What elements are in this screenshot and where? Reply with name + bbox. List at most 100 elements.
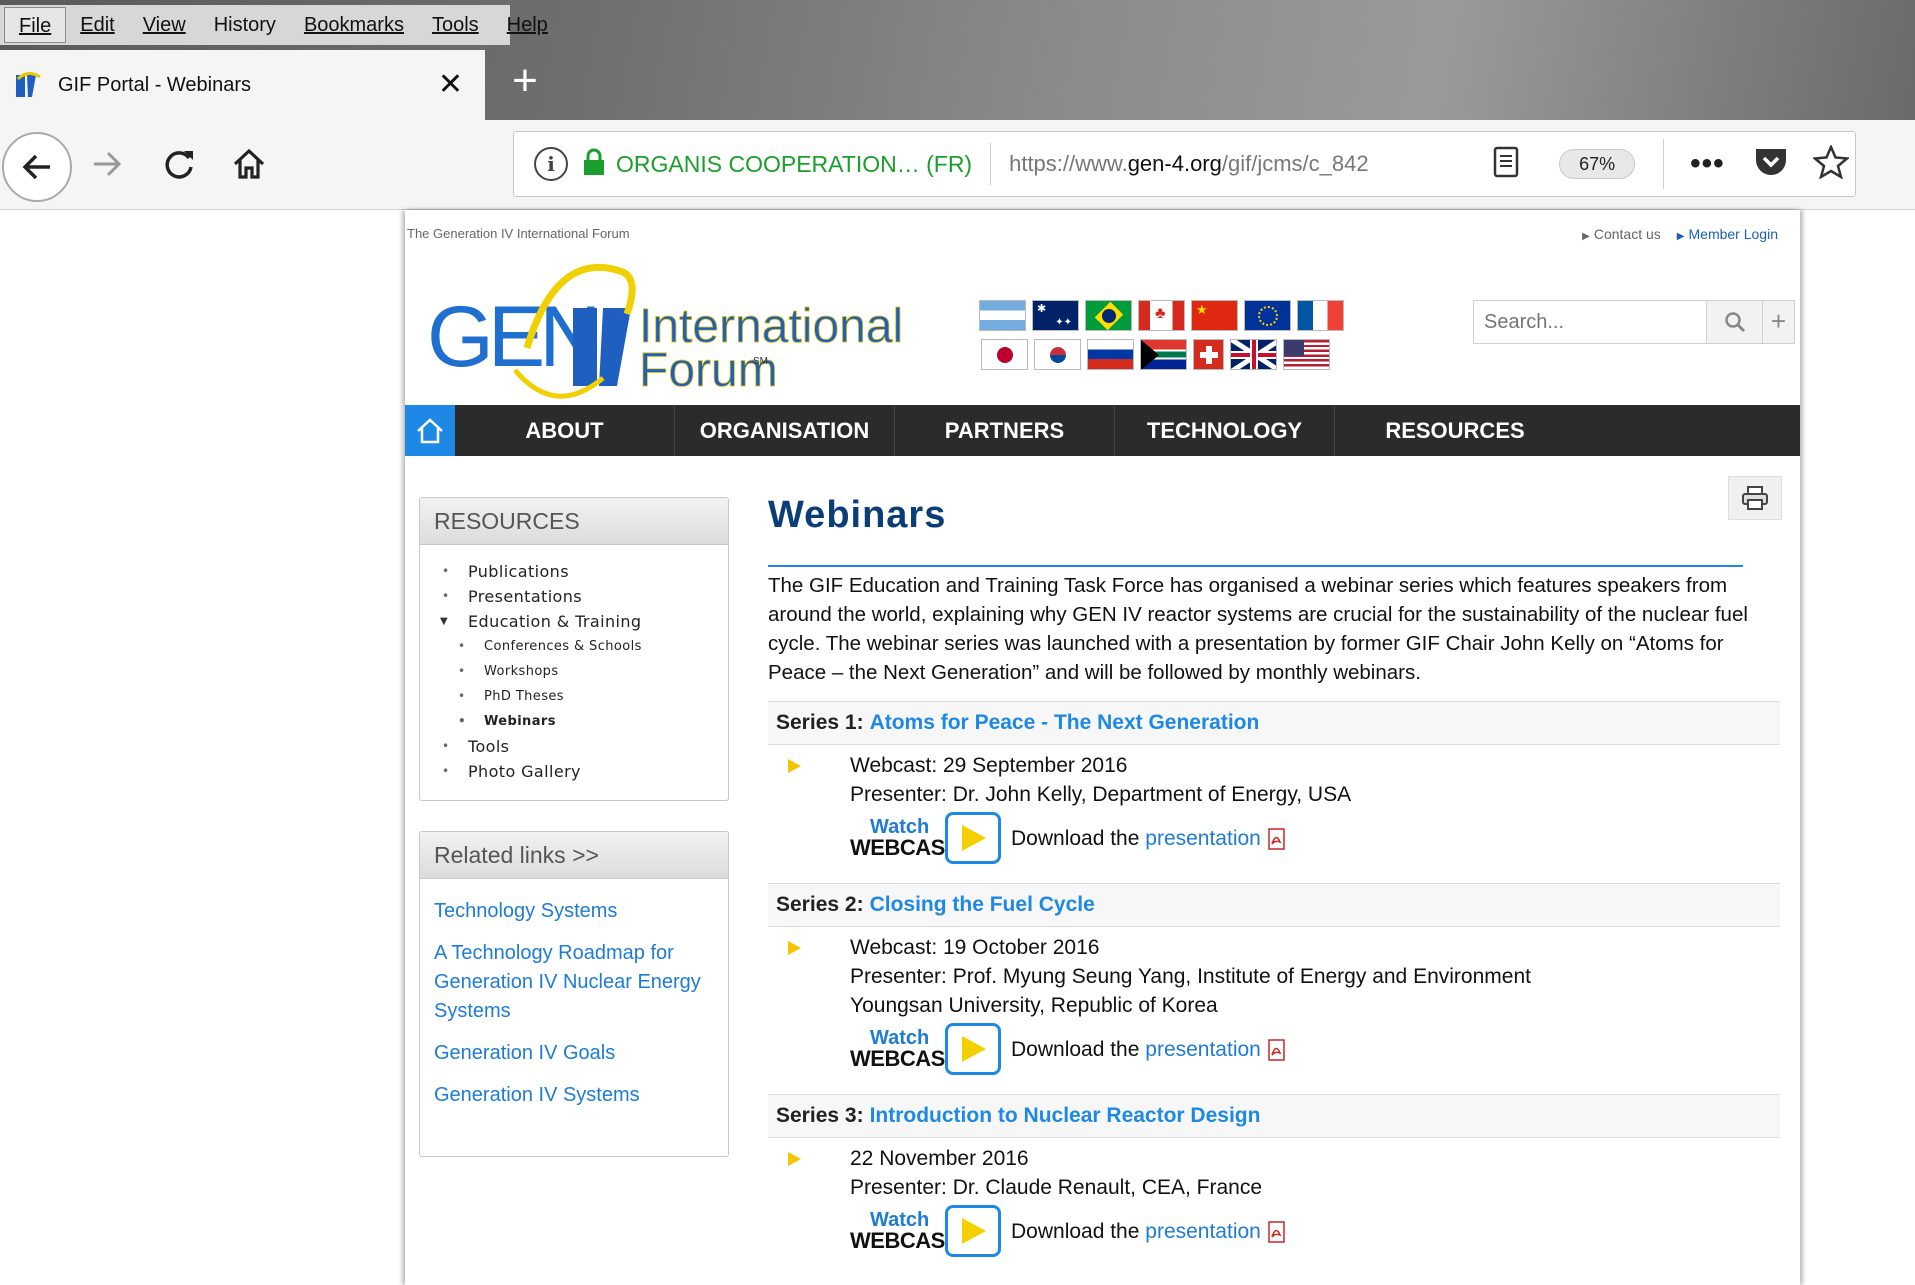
flag-euratom-icon[interactable] xyxy=(1244,300,1291,331)
nav-organisation[interactable]: ORGANISATION xyxy=(675,405,895,456)
resources-heading: RESOURCES xyxy=(420,498,728,545)
home-icon xyxy=(417,417,443,443)
flag-korea-icon[interactable] xyxy=(1034,339,1081,370)
nav-technology[interactable]: TECHNOLOGY xyxy=(1115,405,1335,456)
title-divider xyxy=(768,565,1743,567)
close-tab-icon[interactable]: ✕ xyxy=(438,70,463,100)
related-links-heading[interactable]: Related links >> xyxy=(420,832,728,879)
nav-resources[interactable]: RESOURCES xyxy=(1335,405,1575,456)
gen-iv-logo[interactable]: GEN International Forum SM xyxy=(427,258,967,408)
presentation-link[interactable]: presentation xyxy=(1145,1038,1261,1061)
series-3-presenter: Presenter: Dr. Claude Renault, CEA, Fran… xyxy=(850,1176,1263,1199)
watch-webcast-button[interactable]: Watch WEBCAST xyxy=(850,1028,958,1070)
sidebar-item-conferences-schools[interactable]: Conferences & Schools xyxy=(438,634,728,659)
related-link-gen-iv-goals[interactable]: Generation IV Goals xyxy=(434,1039,714,1068)
series-2-link[interactable]: Closing the Fuel Cycle xyxy=(870,893,1095,916)
gif-favicon-icon xyxy=(14,71,42,99)
menu-bookmarks[interactable]: Bookmarks xyxy=(290,7,418,43)
member-flags: ✱ ✦✦ ♣ ★ xyxy=(979,300,1379,378)
presentation-link[interactable]: presentation xyxy=(1145,1220,1261,1243)
reload-icon xyxy=(165,151,193,179)
nav-partners[interactable]: PARTNERS xyxy=(895,405,1115,456)
forward-arrow-icon xyxy=(94,151,122,177)
series-1-header: Series 1: Atoms for Peace - The Next Gene… xyxy=(768,701,1780,745)
series-2-presenter: Presenter: Prof. Myung Seung Yang, Insti… xyxy=(850,965,1531,988)
browser-tab[interactable]: GIF Portal - Webinars ✕ xyxy=(0,50,485,120)
nav-home-button[interactable] xyxy=(405,405,455,456)
forward-button[interactable] xyxy=(78,135,136,193)
menu-history[interactable]: History xyxy=(200,7,290,43)
url-text[interactable]: https://www.gen-4.org/gif/jcms/c_842 xyxy=(1009,151,1449,177)
more-actions-icon[interactable]: ••• xyxy=(1690,149,1725,179)
flag-uk-icon[interactable] xyxy=(1230,339,1277,370)
top-strip: The Generation IV International Forum ▶ C… xyxy=(405,226,1800,246)
flag-canada-icon[interactable]: ♣ xyxy=(1138,300,1185,331)
contact-us-link[interactable]: ▶ Contact us xyxy=(1582,226,1661,242)
bookmark-star-icon[interactable] xyxy=(1811,143,1850,184)
flag-japan-icon[interactable] xyxy=(981,339,1028,370)
sidebar-item-photo-gallery[interactable]: Photo Gallery xyxy=(438,759,728,784)
play-icon[interactable] xyxy=(945,812,1001,864)
nav-about[interactable]: ABOUT xyxy=(455,405,675,456)
watch-webcast-button[interactable]: Watch WEBCAST xyxy=(850,817,958,859)
menu-help[interactable]: Help xyxy=(493,7,562,43)
menu-tools[interactable]: Tools xyxy=(418,7,493,43)
play-icon[interactable] xyxy=(945,1205,1001,1257)
bullet-arrow-icon xyxy=(788,1152,801,1166)
print-button[interactable] xyxy=(1728,476,1782,520)
flag-russia-icon[interactable] xyxy=(1087,339,1134,370)
address-bar[interactable]: i ORGANIS COOPERATION… (FR) https://www.… xyxy=(513,131,1856,197)
related-link-gen-iv-systems[interactable]: Generation IV Systems xyxy=(434,1081,714,1110)
zoom-level-button[interactable]: 67% xyxy=(1559,149,1636,179)
back-button[interactable] xyxy=(2,132,72,202)
site-tagline: The Generation IV International Forum xyxy=(407,226,630,241)
watch-webcast-button[interactable]: Watch WEBCAST xyxy=(850,1210,958,1252)
search-icon xyxy=(1724,312,1745,333)
flag-argentina-icon[interactable] xyxy=(979,300,1026,331)
new-tab-icon[interactable]: + xyxy=(500,58,550,108)
bullet-arrow-icon xyxy=(788,759,801,773)
sidebar-item-publications[interactable]: Publications xyxy=(438,559,728,584)
series-2-presenter-affiliation: Youngsan University, Republic of Korea xyxy=(850,994,1218,1017)
flag-australia-icon[interactable]: ✱ ✦✦ xyxy=(1032,300,1079,331)
flag-china-icon[interactable]: ★ xyxy=(1191,300,1238,331)
search-input[interactable] xyxy=(1474,301,1706,343)
home-button[interactable] xyxy=(220,135,278,193)
related-links-box: Related links >> Technology Systems A Te… xyxy=(419,831,729,1157)
series-1-link[interactable]: Atoms for Peace - The Next Generation xyxy=(870,711,1260,734)
flag-france-icon[interactable] xyxy=(1297,300,1344,331)
main-navigation: ABOUT ORGANISATION PARTNERS TECHNOLOGY R… xyxy=(405,405,1800,456)
series-3-link[interactable]: Introduction to Nuclear Reactor Design xyxy=(870,1104,1261,1127)
series-1-date: Webcast: 29 September 2016 xyxy=(850,754,1128,777)
related-link-technology-roadmap[interactable]: A Technology Roadmap for Generation IV N… xyxy=(434,939,714,1026)
menu-view[interactable]: View xyxy=(129,7,200,43)
site-info-icon[interactable]: i xyxy=(534,147,568,181)
presentation-link[interactable]: presentation xyxy=(1145,827,1261,850)
flag-usa-icon[interactable] xyxy=(1283,339,1330,370)
sidebar-item-education-training[interactable]: Education & Training xyxy=(438,609,728,634)
related-link-technology-systems[interactable]: Technology Systems xyxy=(434,897,714,926)
sidebar-item-phd-theses[interactable]: PhD Theses xyxy=(438,684,728,709)
play-icon[interactable] xyxy=(945,1023,1001,1075)
flag-south-africa-icon[interactable] xyxy=(1140,339,1187,370)
series-1-body: Webcast: 29 September 2016 Presenter: Dr… xyxy=(768,745,1780,869)
search-button[interactable] xyxy=(1706,301,1762,343)
sidebar-item-webinars[interactable]: Webinars xyxy=(438,709,728,734)
sidebar-item-workshops[interactable]: Workshops xyxy=(438,659,728,684)
pocket-icon[interactable] xyxy=(1753,146,1789,183)
reader-view-icon[interactable] xyxy=(1493,146,1519,183)
printer-icon xyxy=(1742,486,1768,510)
page-title: Webinars xyxy=(768,494,947,536)
flag-brazil-icon[interactable] xyxy=(1085,300,1132,331)
main-content: Webinars The GIF Education and Training … xyxy=(768,476,1782,1262)
flag-switzerland-icon[interactable] xyxy=(1193,339,1224,370)
menu-edit[interactable]: Edit xyxy=(66,7,128,43)
sidebar-item-presentations[interactable]: Presentations xyxy=(438,584,728,609)
sidebar-item-tools[interactable]: Tools xyxy=(438,734,728,759)
series-3-body: 22 November 2016 Presenter: Dr. Claude R… xyxy=(768,1138,1780,1262)
member-login-link[interactable]: ▶ Member Login xyxy=(1677,226,1778,242)
advanced-search-button[interactable]: + xyxy=(1762,301,1794,343)
lock-icon xyxy=(582,148,606,181)
menu-file[interactable]: File xyxy=(4,7,67,43)
reload-button[interactable] xyxy=(150,135,208,193)
